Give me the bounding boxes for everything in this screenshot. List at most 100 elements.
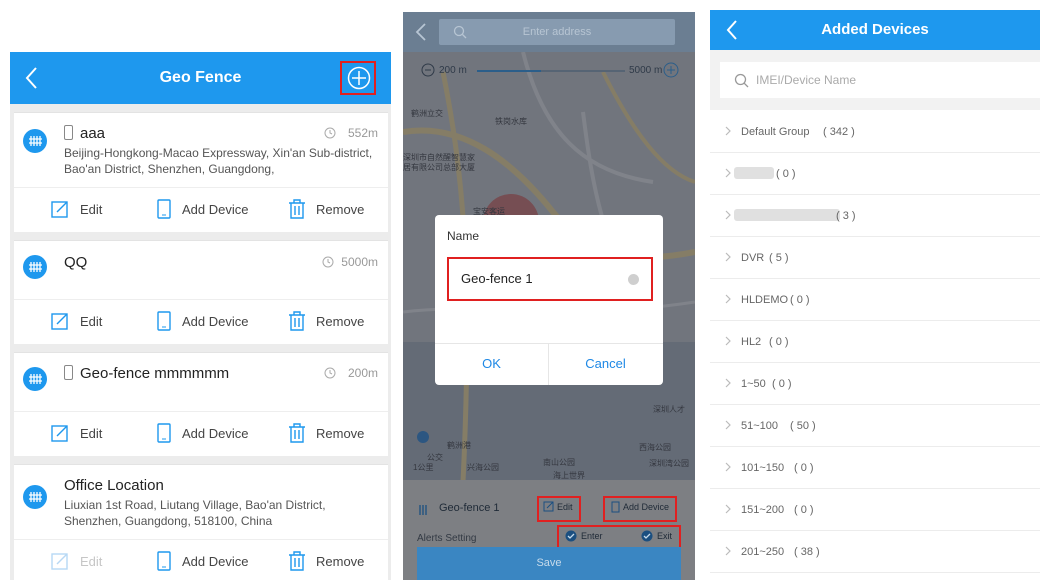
search-icon	[734, 73, 749, 88]
group-count: ( 3 )	[836, 210, 856, 222]
save-button[interactable]: Save	[417, 547, 681, 580]
add-fence-plus-icon[interactable]	[347, 66, 371, 90]
fence-card-office-location[interactable]: Office Location Liuxian 1st Road, Liutan…	[14, 464, 388, 580]
radius-slider[interactable]: 200 m 5000 m	[403, 54, 695, 86]
radius-min-label: 200 m	[439, 65, 467, 76]
group-row-default[interactable]: Default Group ( 342 )	[710, 111, 1040, 153]
group-row-151-200[interactable]: 151~200 ( 0 )	[710, 489, 1040, 531]
remove-button[interactable]: Remove	[288, 311, 364, 331]
group-count: ( 0 )	[790, 294, 810, 306]
trash-icon	[289, 311, 305, 331]
add-device-label: Add Device	[182, 313, 249, 329]
minus-circle-icon[interactable]	[421, 63, 435, 77]
fence-card-aaa[interactable]: aaa 552m Beijing-Hongkong-Macao Expressw…	[14, 112, 388, 232]
group-row-51-100[interactable]: 51~100 ( 50 )	[710, 405, 1040, 447]
check-circle-icon	[565, 530, 577, 542]
fence-name-label: Geo-fence 1	[439, 502, 500, 514]
address-search-input[interactable]: Enter address	[439, 19, 675, 45]
fence-distance: 200m	[347, 366, 378, 380]
device-icon	[157, 199, 171, 219]
remove-label: Remove	[316, 553, 365, 569]
group-row-201-250[interactable]: 201~250 ( 38 )	[710, 531, 1040, 573]
edit-button[interactable]: Edit	[50, 311, 102, 331]
added-devices-screen: Added Devices IMEI/Device Name Default G…	[710, 10, 1040, 580]
edit-button[interactable]: Edit	[50, 199, 102, 219]
group-count: ( 5 )	[769, 252, 789, 264]
fence-card-geo-fence-mmmmmm[interactable]: Geo-fence mmmmmm 200m Edit Add Device Re…	[14, 352, 388, 456]
group-count: ( 0 )	[769, 336, 789, 348]
group-name: Default Group	[741, 126, 810, 138]
exit-toggle[interactable]: Exit	[641, 530, 672, 542]
add-device-button[interactable]: Add Device	[156, 551, 248, 571]
group-name: HLDEMO	[741, 294, 789, 306]
edit-icon	[51, 201, 68, 218]
fence-badge-icon	[23, 255, 47, 279]
chevron-right-icon	[725, 420, 731, 430]
divider	[14, 539, 388, 540]
device-icon	[157, 551, 171, 571]
group-name: 101~150	[741, 462, 785, 474]
group-row-hidden-1[interactable]: ( 0 )	[710, 153, 1040, 195]
remove-label: Remove	[316, 313, 365, 329]
trash-icon	[289, 551, 305, 571]
header-bar: Geo Fence	[10, 52, 391, 104]
add-device-button[interactable]: Add Device	[156, 423, 248, 443]
group-row-1-50[interactable]: 1~50 ( 0 )	[710, 363, 1040, 405]
cancel-button[interactable]: Cancel	[549, 343, 662, 385]
group-name: 1~50	[741, 378, 766, 390]
fence-badge-icon	[23, 367, 47, 391]
add-device-button[interactable]: Add Device	[156, 311, 248, 331]
device-icon	[157, 423, 171, 443]
device-icon	[157, 311, 171, 331]
fence-distance: 5000m	[341, 255, 378, 269]
edit-label: Edit	[80, 201, 103, 217]
fence-address: Beijing-Hongkong-Macao Expressway, Xin'a…	[64, 146, 373, 176]
edit-button[interactable]: Edit	[543, 501, 573, 512]
remove-button[interactable]: Remove	[288, 423, 364, 443]
group-row-dvr[interactable]: DVR ( 5 )	[710, 237, 1040, 279]
edit-button[interactable]: Edit	[50, 551, 102, 571]
add-device-button[interactable]: Add Device	[156, 199, 248, 219]
radius-max-label: 5000 m	[629, 65, 663, 76]
fence-name-input[interactable]: Geo-fence 1	[447, 257, 653, 301]
remove-button[interactable]: Remove	[288, 199, 364, 219]
plus-circle-icon[interactable]	[663, 62, 679, 78]
dialog-label: Name	[447, 229, 480, 243]
add-device-label: Add Device	[623, 502, 670, 512]
fence-card-qq[interactable]: QQ 5000m Edit Add Device Remove	[14, 240, 388, 344]
clock-icon	[324, 127, 336, 139]
clock-icon	[324, 367, 336, 379]
group-row-hidden-2[interactable]: ( 3 )	[710, 195, 1040, 237]
group-count: ( 50 )	[790, 420, 816, 432]
edit-button[interactable]: Edit	[50, 423, 102, 443]
fence-distance: 552m	[347, 126, 378, 140]
header-bar: Added Devices	[710, 10, 1040, 50]
clear-input-icon[interactable]	[628, 274, 639, 285]
remove-button[interactable]: Remove	[288, 551, 364, 571]
group-row-101-150[interactable]: 101~150 ( 0 )	[710, 447, 1040, 489]
chevron-right-icon	[725, 546, 731, 556]
fence-name: Geo-fence mmmmmm	[80, 365, 230, 382]
device-search-input[interactable]: IMEI/Device Name	[720, 62, 1040, 98]
slider-track[interactable]	[477, 69, 625, 73]
group-name: 51~100	[741, 420, 779, 432]
back-arrow-icon[interactable]	[415, 23, 427, 41]
edit-icon	[543, 501, 554, 512]
add-device-button[interactable]: Add Device	[611, 501, 669, 513]
device-icon	[611, 501, 620, 513]
page-title: Added Devices	[821, 21, 929, 38]
group-count: ( 0 )	[776, 168, 796, 180]
device-phone-icon	[64, 365, 73, 380]
enter-toggle[interactable]: Enter	[565, 530, 603, 542]
search-placeholder: IMEI/Device Name	[756, 73, 857, 87]
edit-label: Edit	[80, 313, 103, 329]
ok-button[interactable]: OK	[435, 343, 548, 385]
group-row-hldemo[interactable]: HLDEMO ( 0 )	[710, 279, 1040, 321]
group-count: ( 0 )	[772, 378, 792, 390]
remove-label: Remove	[316, 201, 365, 217]
trash-icon	[289, 423, 305, 443]
trash-icon	[289, 199, 305, 219]
fence-address: Liuxian 1st Road, Liutang Village, Bao'a…	[64, 498, 326, 528]
obscured-group-name	[734, 209, 840, 221]
group-row-hl2[interactable]: HL2 ( 0 )	[710, 321, 1040, 363]
